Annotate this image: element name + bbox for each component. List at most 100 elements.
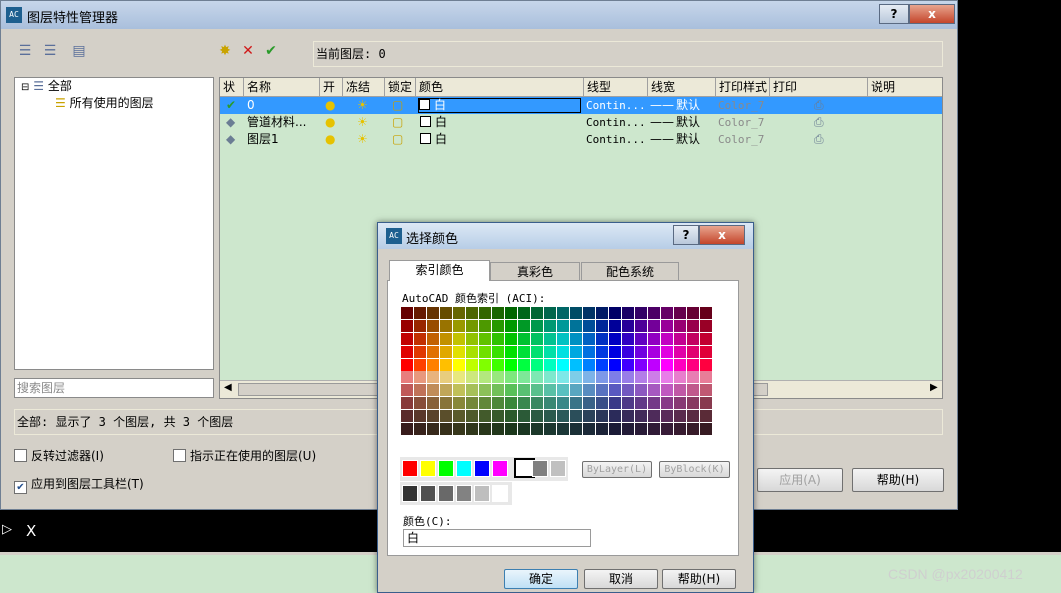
column-header-lineweight[interactable]: 线宽 xyxy=(648,78,716,96)
aci-color-swatch[interactable] xyxy=(479,410,492,423)
collapse-toggle-icon[interactable]: ⊟ xyxy=(21,82,29,93)
aci-color-swatch[interactable] xyxy=(635,346,648,359)
aci-color-swatch[interactable] xyxy=(622,384,635,397)
aci-color-swatch[interactable] xyxy=(557,307,570,320)
aci-color-swatch[interactable] xyxy=(440,384,453,397)
apply-button[interactable]: 应用(A) xyxy=(757,468,843,492)
aci-color-swatch[interactable] xyxy=(440,307,453,320)
help-button[interactable]: 帮助(H) xyxy=(852,468,944,492)
aci-color-swatch[interactable] xyxy=(648,371,661,384)
aci-color-swatch[interactable] xyxy=(492,423,505,436)
aci-color-swatch[interactable] xyxy=(557,384,570,397)
aci-color-swatch[interactable] xyxy=(609,384,622,397)
aci-color-swatch[interactable] xyxy=(453,384,466,397)
aci-color-swatch[interactable] xyxy=(622,333,635,346)
layer-color-cell[interactable]: 白 xyxy=(418,98,581,113)
byblock-button[interactable]: ByBlock(K) xyxy=(659,461,730,478)
aci-color-swatch[interactable] xyxy=(505,307,518,320)
aci-color-swatch[interactable] xyxy=(635,397,648,410)
aci-color-swatch[interactable] xyxy=(622,423,635,436)
standard-color-swatch[interactable] xyxy=(420,460,436,477)
aci-color-swatch[interactable] xyxy=(570,307,583,320)
aci-color-swatch[interactable] xyxy=(505,397,518,410)
layer-color-cell[interactable]: 白 xyxy=(420,114,447,131)
column-header-plotstyle[interactable]: 打印样式 xyxy=(716,78,770,96)
color-value-input[interactable]: 白 xyxy=(403,529,591,547)
layer-name[interactable]: 0 xyxy=(247,97,255,114)
gray-color-swatch[interactable] xyxy=(492,485,508,502)
aci-color-swatch[interactable] xyxy=(570,320,583,333)
aci-color-swatch[interactable] xyxy=(479,423,492,436)
layer-lineweight[interactable]: 默认 xyxy=(676,97,700,114)
aci-color-swatch[interactable] xyxy=(518,397,531,410)
aci-color-swatch[interactable] xyxy=(479,371,492,384)
layer-lineweight[interactable]: 默认 xyxy=(676,114,700,131)
aci-color-swatch[interactable] xyxy=(505,346,518,359)
aci-color-swatch[interactable] xyxy=(700,333,713,346)
tab-true-color[interactable]: 真彩色 xyxy=(490,262,580,281)
aci-color-swatch[interactable] xyxy=(531,320,544,333)
aci-color-swatch[interactable] xyxy=(492,307,505,320)
aci-color-swatch[interactable] xyxy=(427,397,440,410)
aci-color-swatch[interactable] xyxy=(609,410,622,423)
aci-color-swatch[interactable] xyxy=(700,423,713,436)
aci-color-swatch[interactable] xyxy=(479,397,492,410)
aci-color-swatch[interactable] xyxy=(466,423,479,436)
aci-color-swatch[interactable] xyxy=(687,320,700,333)
unlocked-icon[interactable]: ▢ xyxy=(392,131,403,148)
printer-icon[interactable]: ⎙ xyxy=(814,131,824,148)
aci-color-swatch[interactable] xyxy=(674,410,687,423)
aci-color-swatch[interactable] xyxy=(557,320,570,333)
aci-color-swatch[interactable] xyxy=(414,307,427,320)
aci-color-swatch[interactable] xyxy=(700,371,713,384)
aci-color-swatch[interactable] xyxy=(687,397,700,410)
aci-color-swatch[interactable] xyxy=(648,410,661,423)
checkbox-box[interactable] xyxy=(14,449,27,462)
dialog-help-button[interactable]: 帮助(H) xyxy=(662,569,736,589)
aci-color-swatch[interactable] xyxy=(674,320,687,333)
aci-color-swatch[interactable] xyxy=(609,346,622,359)
checkbox-box[interactable] xyxy=(173,449,186,462)
delete-layer-icon[interactable]: ✕ xyxy=(237,41,259,61)
layer-linetype[interactable]: Contin... xyxy=(586,131,646,148)
aci-color-swatch[interactable] xyxy=(414,397,427,410)
lightbulb-on-icon[interactable]: ● xyxy=(325,131,335,148)
aci-color-swatch[interactable] xyxy=(661,371,674,384)
tab-color-books[interactable]: 配色系统 xyxy=(581,262,679,281)
aci-color-swatch[interactable] xyxy=(687,410,700,423)
aci-color-swatch[interactable] xyxy=(648,423,661,436)
search-layer-input[interactable]: 搜索图层 xyxy=(14,378,214,398)
aci-color-swatch[interactable] xyxy=(531,423,544,436)
aci-color-swatch[interactable] xyxy=(687,307,700,320)
aci-color-swatch[interactable] xyxy=(427,333,440,346)
aci-color-swatch[interactable] xyxy=(531,384,544,397)
gray-color-swatch[interactable] xyxy=(420,485,436,502)
aci-color-swatch[interactable] xyxy=(414,423,427,436)
aci-color-swatch[interactable] xyxy=(596,423,609,436)
aci-color-swatch[interactable] xyxy=(583,320,596,333)
aci-color-swatch[interactable] xyxy=(414,320,427,333)
aci-color-swatch[interactable] xyxy=(596,346,609,359)
standard-color-swatch[interactable] xyxy=(456,460,472,477)
aci-color-swatch[interactable] xyxy=(661,333,674,346)
aci-color-swatch[interactable] xyxy=(596,397,609,410)
indicate-in-use-checkbox[interactable]: 指示正在使用的图层(U) xyxy=(173,447,316,464)
unlocked-icon[interactable]: ▢ xyxy=(392,114,403,131)
cancel-button[interactable]: 取消 xyxy=(584,569,658,589)
aci-color-swatch[interactable] xyxy=(583,397,596,410)
aci-color-swatch[interactable] xyxy=(635,423,648,436)
aci-color-swatch[interactable] xyxy=(557,346,570,359)
aci-color-swatch[interactable] xyxy=(505,371,518,384)
standard-color-swatch[interactable] xyxy=(402,460,418,477)
column-header-color[interactable]: 颜色 xyxy=(416,78,584,96)
aci-color-swatch[interactable] xyxy=(570,371,583,384)
aci-color-swatch[interactable] xyxy=(427,346,440,359)
aci-color-swatch[interactable] xyxy=(427,410,440,423)
aci-color-swatch[interactable] xyxy=(427,320,440,333)
aci-color-swatch[interactable] xyxy=(453,333,466,346)
aci-color-swatch[interactable] xyxy=(635,320,648,333)
aci-color-swatch[interactable] xyxy=(518,371,531,384)
aci-color-swatch[interactable] xyxy=(583,307,596,320)
aci-color-swatch[interactable] xyxy=(635,333,648,346)
standard-color-swatch[interactable] xyxy=(438,460,454,477)
